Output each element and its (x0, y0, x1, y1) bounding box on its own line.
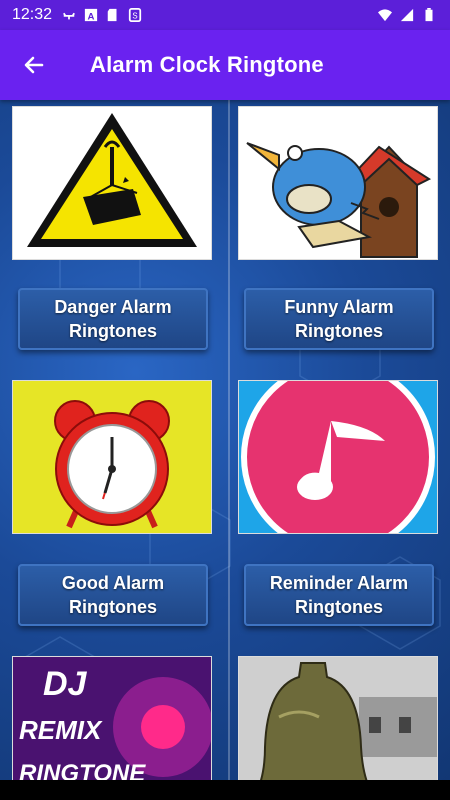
a-icon: A (84, 8, 98, 22)
status-time: 12:32 (12, 6, 53, 23)
good-alarm-button[interactable]: Good Alarm Ringtones (18, 564, 208, 626)
app-bar: Alarm Clock Ringtone (0, 30, 450, 100)
danger-alarm-button[interactable]: Danger Alarm Ringtones (18, 288, 208, 350)
category-subtitle: Ringtones (295, 321, 383, 341)
church-bell-image (238, 656, 438, 780)
category-subtitle: Ringtones (69, 597, 157, 617)
sd-card-icon (107, 8, 117, 22)
category-title: Danger Alarm (54, 297, 172, 317)
category-title: Good Alarm (61, 573, 165, 593)
dj-remix-image: DJ REMIX RINGTONE (12, 656, 212, 780)
category-grid-container[interactable]: Danger Alarm Ringtones Funny Alarm Rington… (0, 100, 450, 780)
back-button[interactable] (14, 45, 54, 85)
dj-text: DJ (43, 665, 88, 703)
warning-sign-image (12, 106, 212, 260)
system-nav-bar (0, 780, 450, 800)
signal-icon (400, 8, 414, 22)
sync-icon: S (128, 8, 142, 22)
music-note-image (238, 380, 438, 534)
wifi-icon (378, 9, 392, 22)
cuckoo-bird-image (238, 106, 438, 260)
battery-icon (425, 8, 433, 22)
status-bar: 12:32 A S (0, 0, 450, 30)
ringtone-text: RINGTONE (19, 760, 146, 780)
funny-alarm-button[interactable]: Funny Alarm Ringtones (244, 288, 434, 350)
category-title: Funny Alarm (284, 297, 394, 317)
arrow-left-icon (24, 56, 44, 74)
usb-icon (63, 12, 76, 20)
svg-text:S: S (132, 12, 137, 21)
page-title: Alarm Clock Ringtone (90, 52, 324, 77)
red-alarm-clock-image (12, 380, 212, 534)
column-divider (228, 100, 230, 780)
category-subtitle: Ringtones (295, 597, 383, 617)
svg-text:A: A (88, 11, 95, 22)
category-title: Reminder Alarm (269, 573, 409, 593)
reminder-alarm-button[interactable]: Reminder Alarm Ringtones (244, 564, 434, 626)
remix-text: REMIX (19, 715, 103, 745)
category-subtitle: Ringtones (69, 321, 157, 341)
